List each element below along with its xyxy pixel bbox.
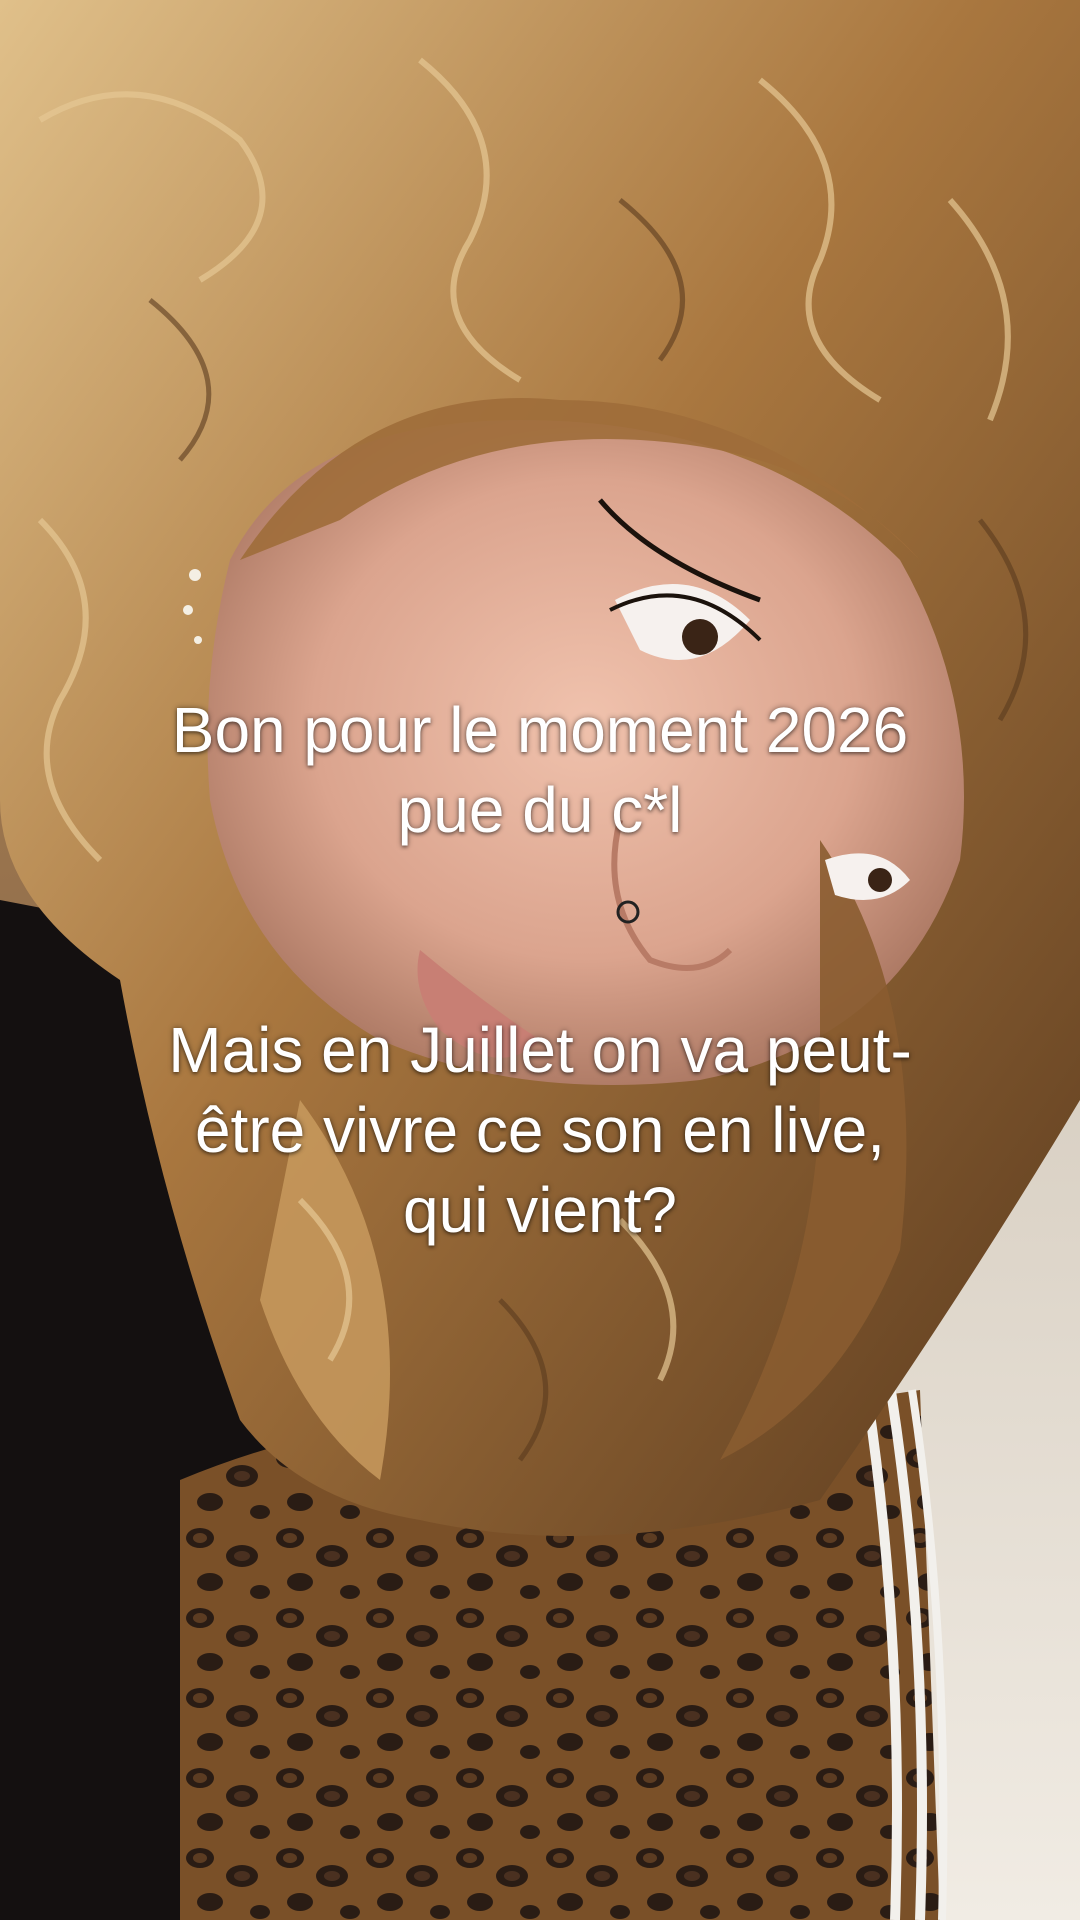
portrait-photo (0, 0, 1080, 1920)
caption-bottom: Mais en Juillet on va peut- être vivre c… (168, 1014, 912, 1246)
video-frame[interactable]: Bon pour le moment 2026 pue du c*l Mais … (0, 0, 1080, 1920)
caption-top: Bon pour le moment 2026 pue du c*l (171, 694, 909, 846)
